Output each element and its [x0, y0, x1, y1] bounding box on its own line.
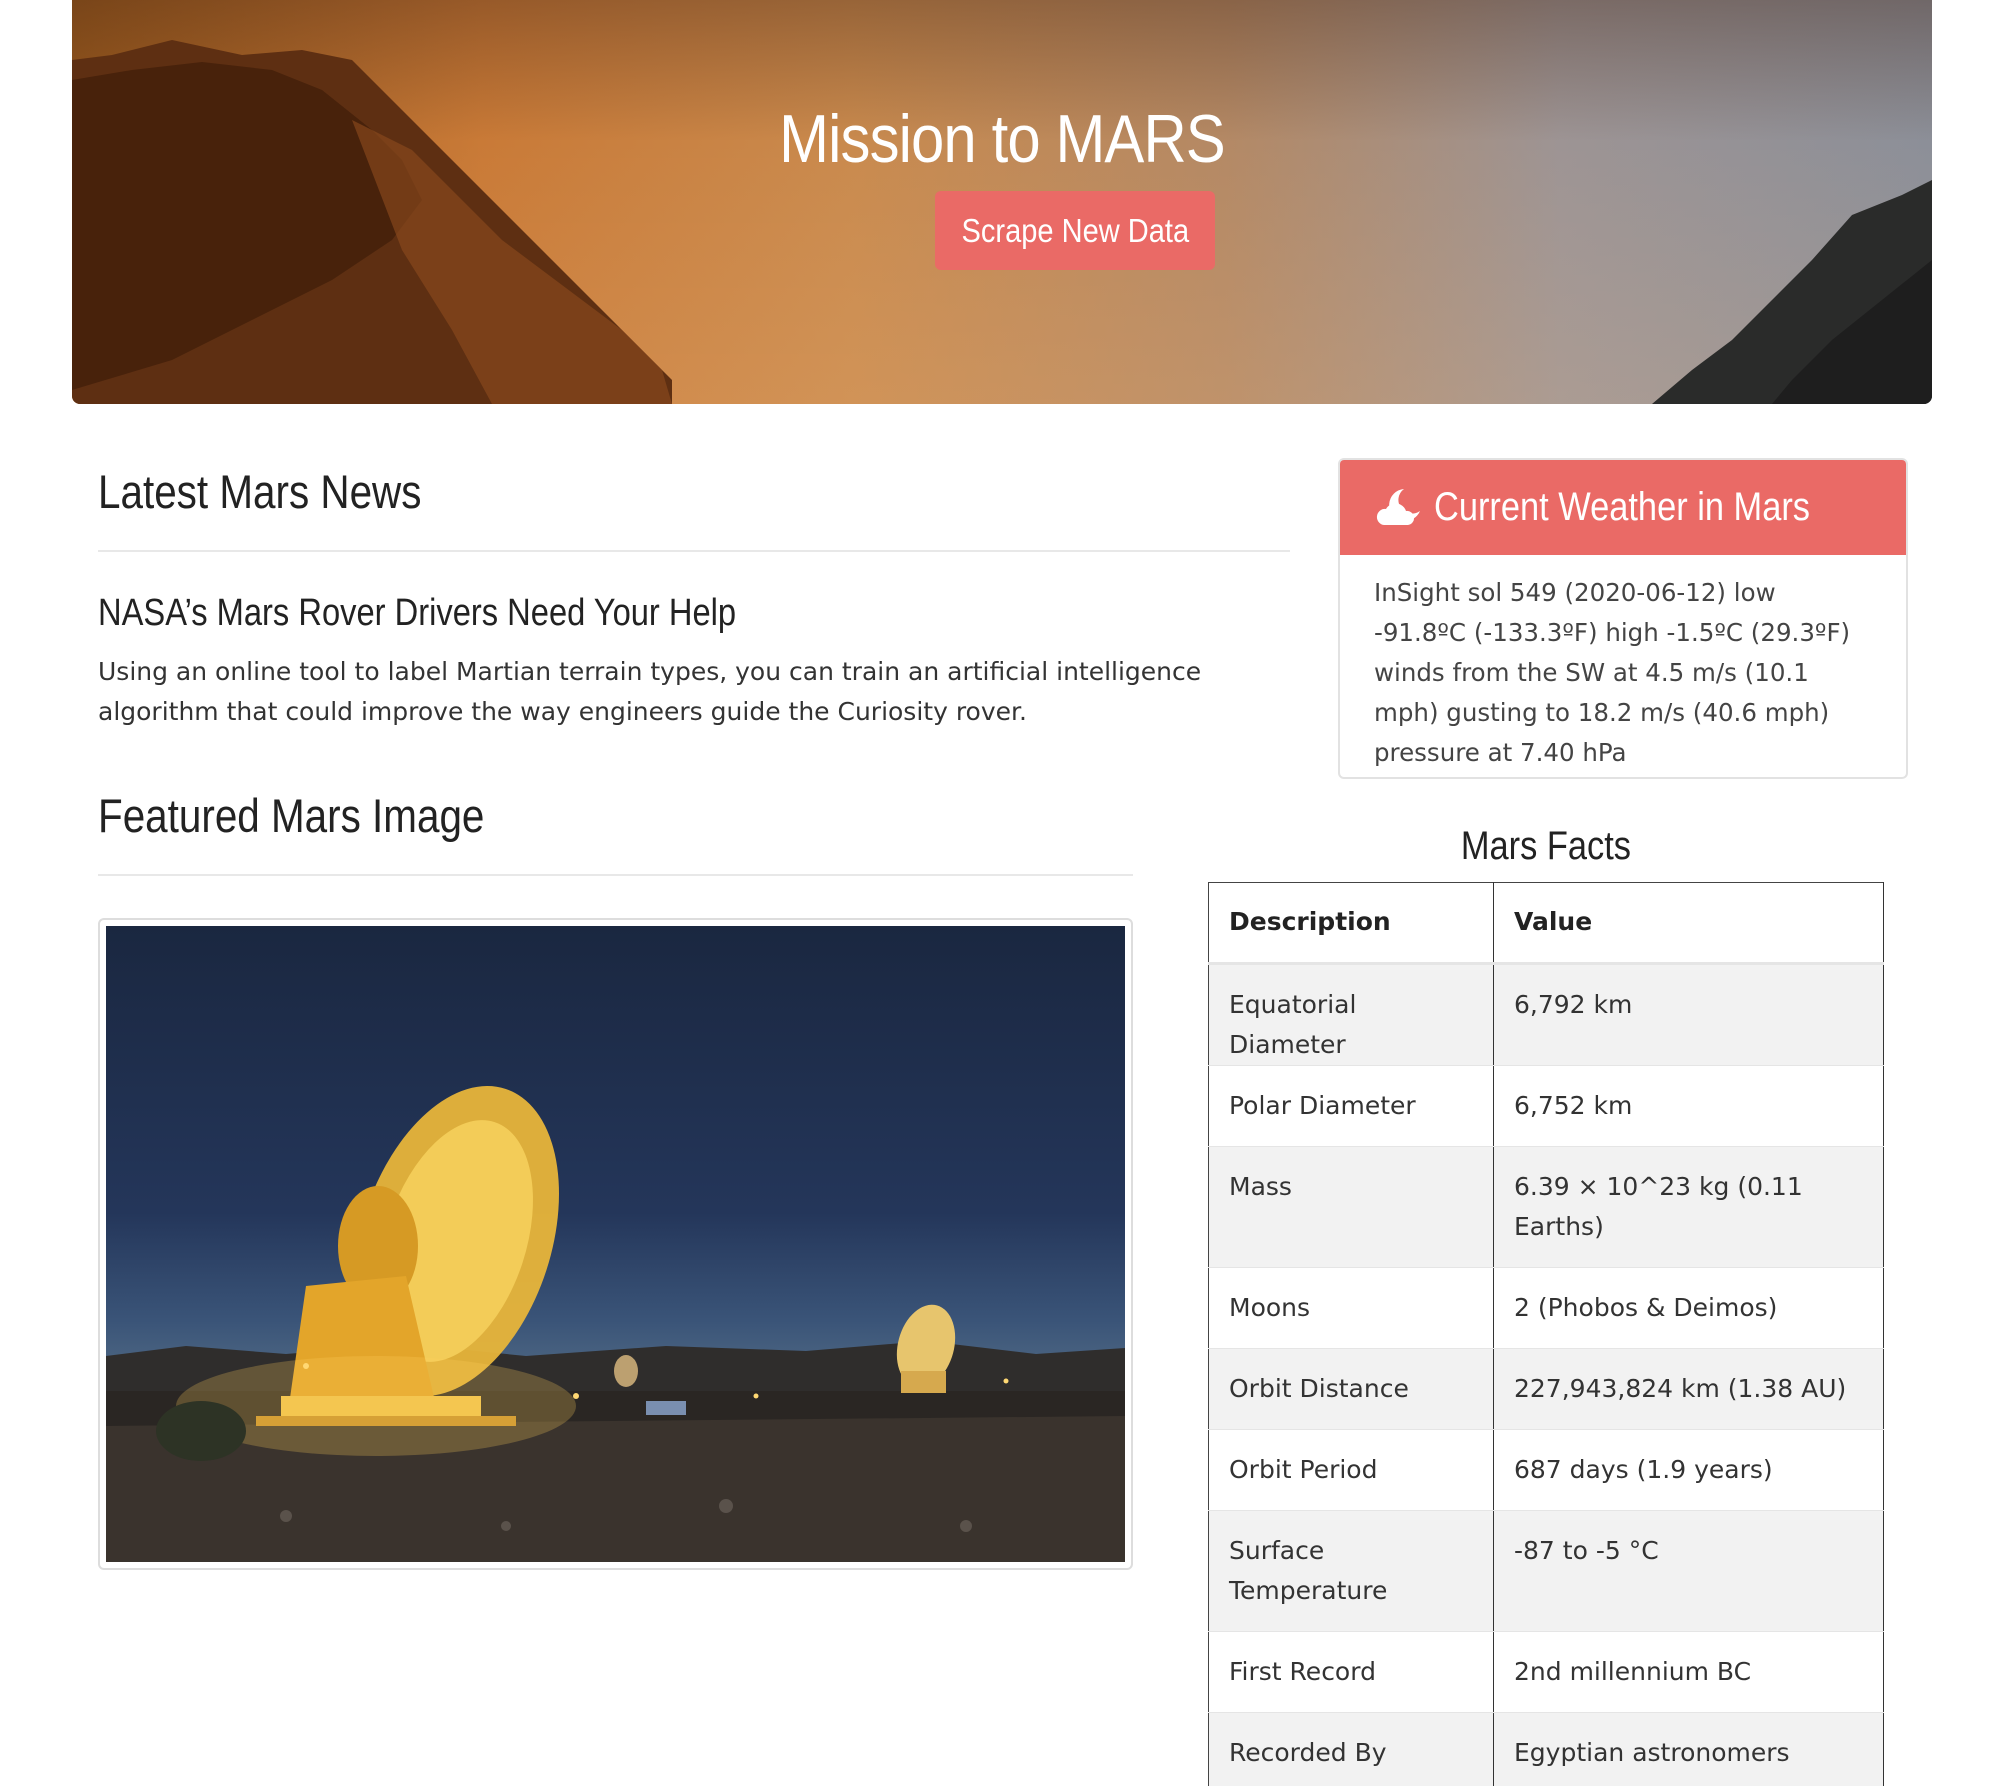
- fact-value: -87 to -5 °C: [1493, 1510, 1884, 1632]
- fact-value: 6,792 km: [1493, 963, 1884, 1066]
- fact-description: First Record: [1208, 1631, 1494, 1713]
- fact-description: Moons: [1208, 1267, 1494, 1349]
- fact-value: 6.39 × 10^23 kg (0.11 Earths): [1493, 1146, 1884, 1268]
- featured-image[interactable]: [106, 926, 1125, 1562]
- column-header-description: Description: [1208, 882, 1494, 965]
- fact-value: Egyptian astronomers: [1493, 1712, 1884, 1786]
- fact-value: 2 (Phobos & Deimos): [1493, 1267, 1884, 1349]
- weather-card: Current Weather in Mars InSight sol 549 …: [1338, 458, 1908, 779]
- fact-description: Mass: [1208, 1146, 1494, 1268]
- table-header-row: Description Value: [1208, 882, 1884, 965]
- weather-heading: Current Weather in Mars: [1434, 485, 1810, 529]
- featured-image-heading: Featured Mars Image: [98, 789, 485, 842]
- page-title: Mission to MARS: [779, 101, 1226, 177]
- table-row: Equatorial Diameter 6,792 km: [1208, 963, 1884, 1066]
- featured-image-frame[interactable]: [98, 918, 1133, 1570]
- table-row: Mass 6.39 × 10^23 kg (0.11 Earths): [1208, 1146, 1884, 1268]
- column-header-value: Value: [1493, 882, 1884, 965]
- fact-value: 6,752 km: [1493, 1065, 1884, 1147]
- table-row: Orbit Distance 227,943,824 km (1.38 AU): [1208, 1348, 1884, 1430]
- fact-description: Orbit Distance: [1208, 1348, 1494, 1430]
- fact-description: Surface Temperature: [1208, 1510, 1494, 1632]
- scrape-button-label: Scrape New Data: [961, 211, 1189, 249]
- facts-heading: Mars Facts: [1208, 824, 1884, 869]
- cloud-moon-icon: [1376, 488, 1420, 525]
- fact-description: Orbit Period: [1208, 1429, 1494, 1511]
- page: Mission to MARS Scrape New Data Latest M…: [0, 0, 1999, 1786]
- fact-value: 687 days (1.9 years): [1493, 1429, 1884, 1511]
- table-row: Recorded By Egyptian astronomers: [1208, 1712, 1884, 1786]
- table-row: Orbit Period 687 days (1.9 years): [1208, 1429, 1884, 1511]
- mars-facts-table: Description Value Equatorial Diameter 6,…: [1208, 882, 1884, 1786]
- hero-banner: Mission to MARS Scrape New Data: [72, 0, 1932, 404]
- news-section-heading: Latest Mars News: [98, 465, 422, 518]
- fact-description: Polar Diameter: [1208, 1065, 1494, 1147]
- weather-text: InSight sol 549 (2020-06-12) low -91.8ºC…: [1374, 578, 1851, 767]
- facts-heading-text: Mars Facts: [1460, 824, 1632, 868]
- fact-value: 2nd millennium BC: [1493, 1631, 1884, 1713]
- antenna-night-scene: [106, 1086, 1125, 1562]
- fact-description: Recorded By: [1208, 1712, 1494, 1786]
- table-row: Moons 2 (Phobos & Deimos): [1208, 1267, 1884, 1349]
- news-divider: [98, 550, 1290, 552]
- table-row: Polar Diameter 6,752 km: [1208, 1065, 1884, 1147]
- featured-divider: [98, 874, 1133, 876]
- table-row: First Record 2nd millennium BC: [1208, 1631, 1884, 1713]
- scrape-new-data-button[interactable]: Scrape New Data: [935, 191, 1215, 270]
- fact-value: 227,943,824 km (1.38 AU): [1493, 1348, 1884, 1430]
- news-title[interactable]: NASA’s Mars Rover Drivers Need Your Help: [98, 592, 736, 635]
- table-row: Surface Temperature -87 to -5 °C: [1208, 1510, 1884, 1632]
- fact-description: Equatorial Diameter: [1208, 963, 1494, 1066]
- weather-card-header: Current Weather in Mars: [1340, 460, 1906, 555]
- news-paragraph: Using an online tool to label Martian te…: [98, 657, 1202, 726]
